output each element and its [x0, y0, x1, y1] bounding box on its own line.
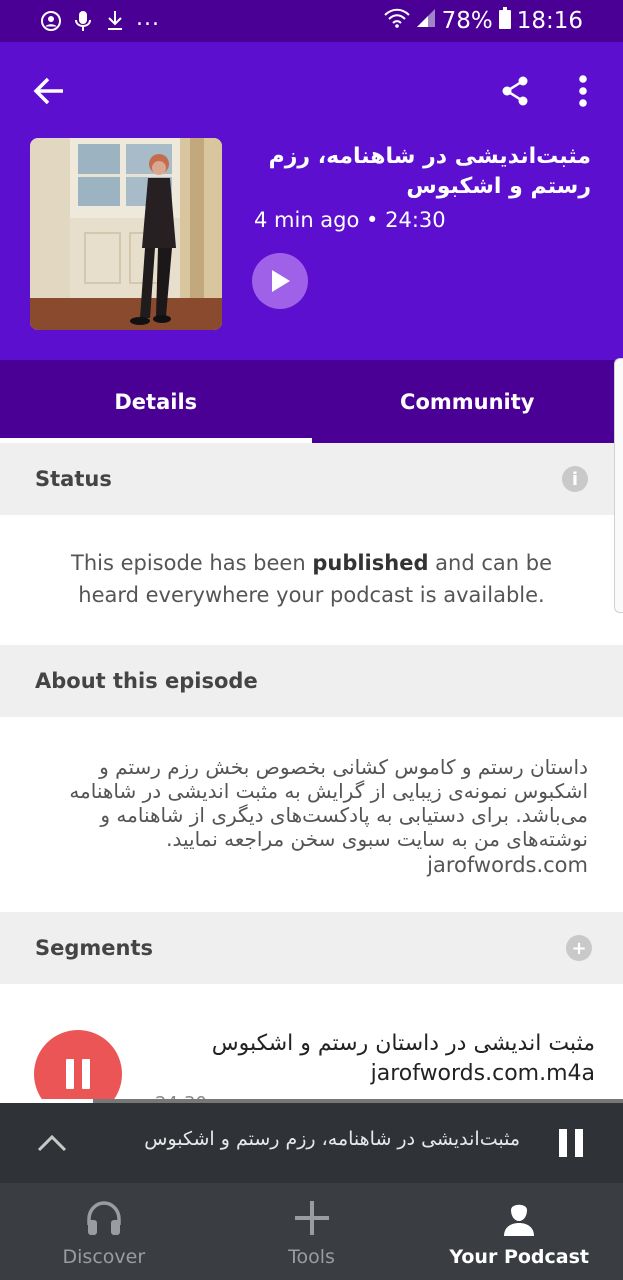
- back-button[interactable]: [28, 70, 70, 112]
- about-heading: About this episode: [35, 669, 258, 693]
- person-icon: [497, 1196, 541, 1240]
- description-body: داستان رستم و کاموس کشانی بخصوص بخش رزم …: [69, 755, 588, 851]
- nav-tools[interactable]: Tools: [208, 1183, 416, 1280]
- status-heading: Status: [35, 467, 112, 491]
- more-notifications: ...: [136, 5, 160, 31]
- battery-icon: [498, 7, 511, 35]
- nav-your-podcast[interactable]: Your Podcast: [415, 1183, 623, 1280]
- bottom-navigation: Discover Tools Your Podcast: [0, 1183, 623, 1280]
- share-button[interactable]: [495, 70, 535, 112]
- segments-section-header: Segments +: [0, 912, 623, 984]
- status-message-text: This episode has been published and can …: [50, 547, 573, 611]
- signal-icon: [416, 8, 436, 34]
- episode-cover-image: [30, 138, 222, 330]
- segment-item[interactable]: مثبت اندیشی در داستان رستم و اشکبوس jaro…: [0, 985, 623, 1118]
- segment-filename: jarofwords.com.m4a: [370, 1061, 595, 1086]
- segments-heading: Segments: [35, 936, 154, 960]
- scroll-indicator[interactable]: [614, 358, 623, 613]
- add-segment-icon[interactable]: +: [566, 935, 592, 961]
- nav-discover-label: Discover: [62, 1245, 146, 1268]
- play-button[interactable]: [252, 253, 308, 309]
- more-options-button[interactable]: [565, 70, 601, 112]
- segment-name: مثبت اندیشی در داستان رستم و اشکبوس: [211, 1031, 595, 1056]
- download-icon: [104, 10, 126, 32]
- back-arrow-icon: [33, 77, 63, 105]
- status-bar: ... 78% 18:16: [0, 0, 623, 42]
- status-right: 78% 18:16: [383, 7, 583, 35]
- mini-player[interactable]: مثبت‌اندیشی در شاهنامه، رزم رستم و اشکبو…: [0, 1103, 623, 1183]
- mini-player-pause-button[interactable]: [553, 1125, 589, 1161]
- nav-discover[interactable]: Discover: [0, 1183, 208, 1280]
- segment-title: مثبت اندیشی در داستان رستم و اشکبوس jaro…: [155, 1029, 595, 1089]
- chevron-up-icon: [37, 1134, 67, 1152]
- headphones-icon: [82, 1196, 126, 1240]
- about-section-header: About this episode: [0, 645, 623, 717]
- episode-title: مثبت‌اندیشی در شاهنامه، رزم رستم و اشکبو…: [268, 144, 591, 199]
- play-icon: [272, 270, 290, 292]
- episode-meta: 4 min ago • 24:30: [254, 208, 446, 232]
- mini-player-title: مثبت‌اندیشی در شاهنامه، رزم رستم و اشکبو…: [144, 1128, 520, 1150]
- info-icon[interactable]: i: [562, 466, 588, 492]
- status-text-bold: published: [312, 551, 429, 575]
- wifi-icon: [383, 8, 410, 34]
- battery-level: 78%: [441, 8, 493, 34]
- status-left: ...: [40, 6, 160, 32]
- mic-icon: [72, 10, 94, 32]
- episode-description: داستان رستم و کاموس کشانی بخصوص بخش رزم …: [36, 755, 588, 877]
- status-message: This episode has been published and can …: [0, 515, 623, 643]
- status-section-header: Status i: [0, 443, 623, 515]
- nav-your-podcast-label: Your Podcast: [449, 1245, 589, 1268]
- status-text-before: This episode has been: [71, 551, 313, 575]
- nav-tools-label: Tools: [288, 1245, 335, 1268]
- pause-icon: [559, 1129, 583, 1157]
- tab-bar: Details Community: [0, 360, 623, 443]
- tab-community[interactable]: Community: [312, 360, 623, 443]
- description-link[interactable]: jarofwords.com: [36, 853, 588, 877]
- more-vert-icon: [579, 75, 587, 107]
- account-icon: [40, 10, 62, 32]
- share-icon: [502, 76, 528, 106]
- tab-details[interactable]: Details: [0, 360, 312, 443]
- expand-player-button[interactable]: [36, 1127, 68, 1159]
- plus-icon: [290, 1196, 334, 1240]
- clock: 18:16: [516, 8, 583, 34]
- pause-icon: [66, 1059, 90, 1089]
- episode-header: مثبت‌اندیشی در شاهنامه، رزم رستم و اشکبو…: [0, 42, 623, 360]
